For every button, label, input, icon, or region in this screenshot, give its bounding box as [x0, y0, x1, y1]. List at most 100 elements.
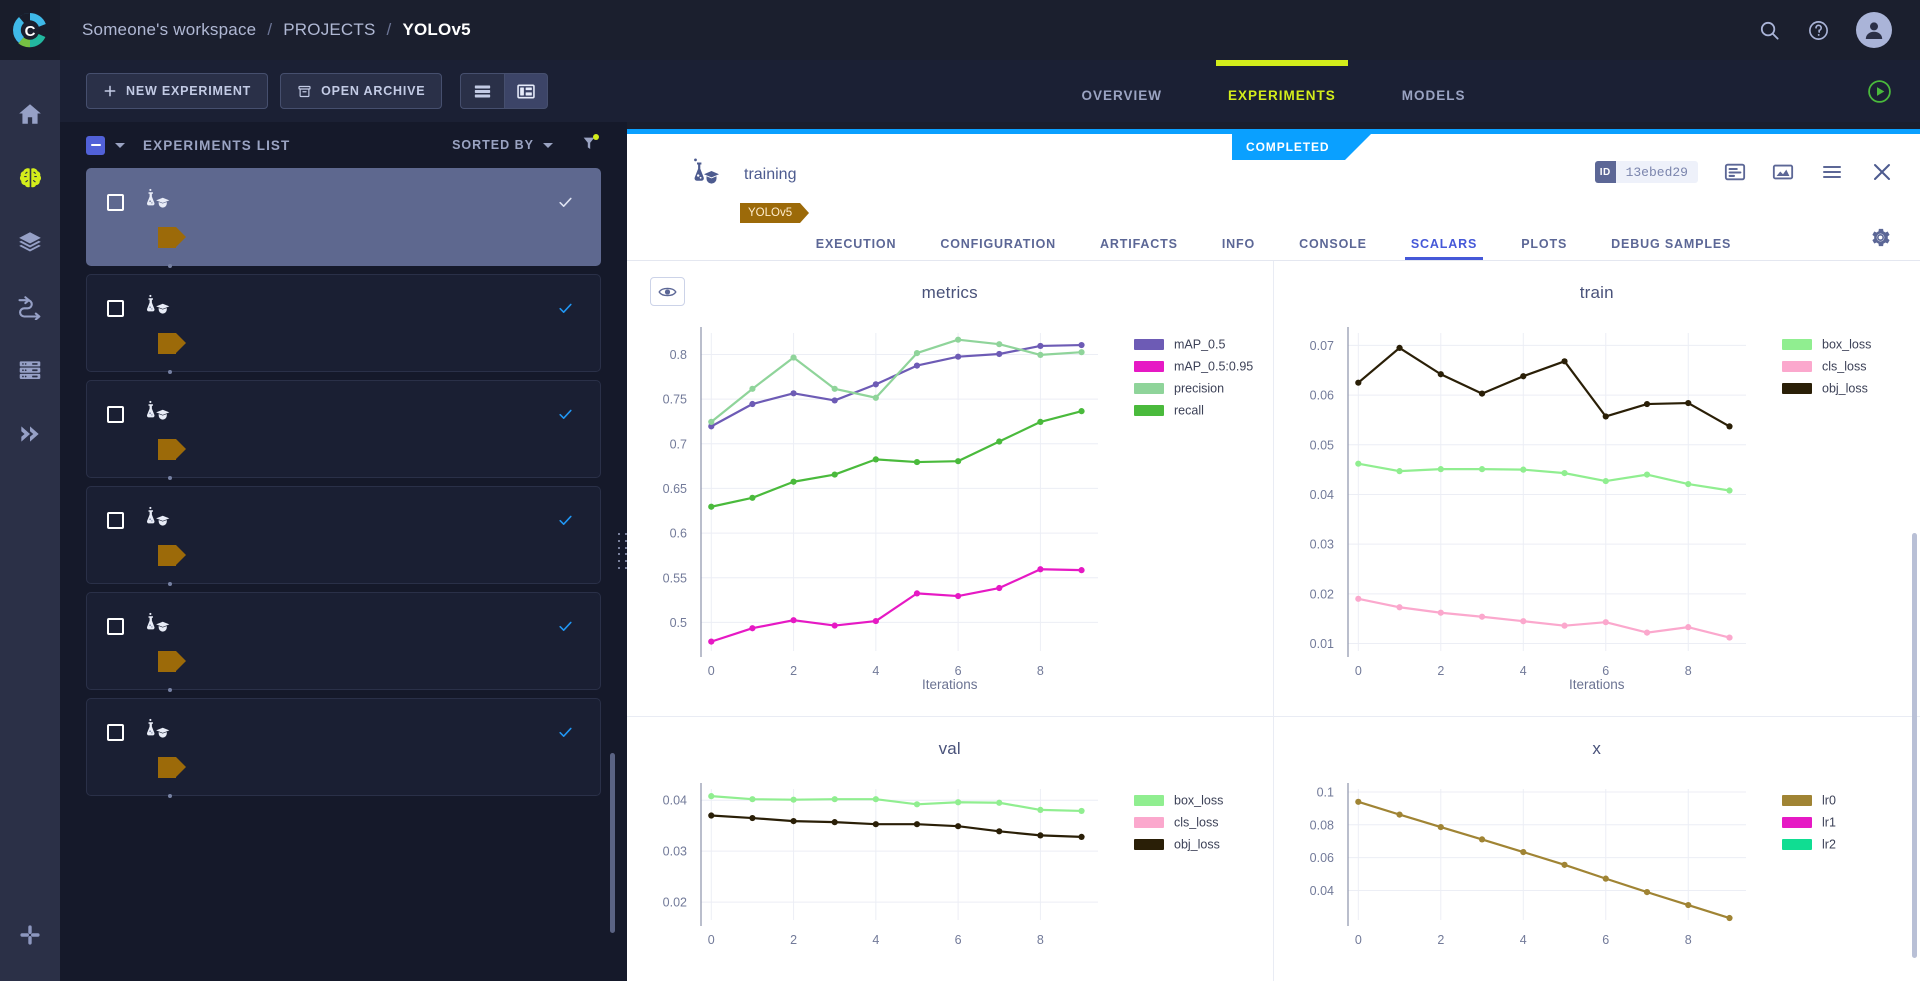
svg-text:0.05: 0.05	[1309, 438, 1333, 452]
experiment-checkbox[interactable]	[107, 618, 124, 635]
chart-plot-area[interactable]: 024680.010.020.030.040.050.060.07box_los…	[1274, 309, 1920, 716]
experiment-tag[interactable]	[158, 651, 176, 672]
sidebar-item-datasets[interactable]	[0, 210, 60, 274]
sidebar-item-pipelines[interactable]	[0, 274, 60, 338]
sidebar-item-projects[interactable]	[0, 146, 60, 210]
experiment-type-icon	[142, 717, 172, 743]
experiment-status	[559, 409, 578, 420]
experiment-tag[interactable]: YOLOv5	[740, 203, 800, 223]
breadcrumb-projects[interactable]: PROJECTS	[283, 20, 375, 40]
panel-resize-handle[interactable]	[618, 533, 627, 569]
meta-separator-dot	[168, 688, 172, 692]
experiment-status	[559, 727, 578, 738]
svg-text:6: 6	[1602, 933, 1609, 947]
tab-models[interactable]: MODELS	[1402, 60, 1466, 103]
help-icon[interactable]	[1807, 19, 1830, 42]
table-view-button[interactable]	[460, 73, 504, 109]
experiment-meta	[158, 582, 578, 586]
tab-console[interactable]: CONSOLE	[1277, 237, 1389, 260]
detail-header: training YOLOv5 ID 13ebed29	[627, 134, 1920, 222]
search-icon[interactable]	[1758, 19, 1781, 42]
experiment-list-item[interactable]	[86, 486, 601, 584]
experiments-scroll-area[interactable]	[60, 168, 627, 981]
server-icon	[17, 357, 43, 383]
tab-overview[interactable]: OVERVIEW	[1081, 60, 1162, 103]
menu-icon[interactable]	[1820, 160, 1844, 184]
user-icon	[1862, 18, 1886, 42]
sidebar-item-workers[interactable]	[0, 338, 60, 402]
breadcrumb-current-project[interactable]: YOLOv5	[402, 20, 470, 40]
run-pipeline-button[interactable]	[1867, 79, 1892, 109]
experiment-meta	[158, 370, 578, 374]
experiment-tag[interactable]	[158, 227, 176, 248]
experiment-checkbox[interactable]	[107, 512, 124, 529]
experiment-checkbox[interactable]	[107, 194, 124, 211]
clearml-experiments-page: C Someone's workspace / PROJECTS / YOLOv…	[0, 0, 1920, 981]
avatar[interactable]	[1856, 12, 1892, 48]
open-archive-button[interactable]: OPEN ARCHIVE	[280, 73, 442, 109]
toggle-visibility-icon[interactable]	[650, 277, 685, 306]
experiment-id-badge[interactable]: ID 13ebed29	[1595, 161, 1698, 183]
sidebar-item-slack[interactable]	[0, 903, 60, 967]
experiments-scrollbar[interactable]	[610, 753, 615, 933]
svg-text:4: 4	[1519, 664, 1526, 678]
experiment-tag[interactable]	[158, 439, 176, 460]
tab-configuration[interactable]: CONFIGURATION	[918, 237, 1078, 260]
check-icon	[559, 727, 572, 738]
breadcrumb-workspace[interactable]: Someone's workspace	[82, 20, 256, 40]
experiment-status	[559, 303, 578, 314]
experiment-tag[interactable]	[158, 757, 176, 778]
svg-text:lr2: lr2	[1822, 838, 1836, 852]
experiment-tag[interactable]	[158, 333, 176, 354]
check-icon	[559, 303, 572, 314]
chart-panel[interactable]: metrics024680.50.550.60.650.70.750.8mAP_…	[627, 261, 1274, 717]
experiment-checkbox[interactable]	[107, 406, 124, 423]
select-all-checkbox[interactable]	[86, 136, 105, 155]
experiment-list-item[interactable]	[86, 698, 601, 796]
tab-execution[interactable]: EXECUTION	[794, 237, 919, 260]
tab-experiments[interactable]: EXPERIMENTS	[1228, 60, 1336, 103]
chart-plot-area[interactable]: 024680.50.550.60.650.70.750.8mAP_0.5mAP_…	[627, 309, 1273, 716]
settings-gear-icon[interactable]	[1869, 226, 1892, 254]
breadcrumb: Someone's workspace / PROJECTS / YOLOv5	[82, 20, 471, 40]
tab-debug-samples[interactable]: DEBUG SAMPLES	[1589, 237, 1753, 260]
scalars-scrollbar[interactable]	[1912, 533, 1917, 958]
image-view-icon[interactable]	[1772, 161, 1794, 183]
new-experiment-button[interactable]: NEW EXPERIMENT	[86, 73, 268, 109]
experiment-list-item[interactable]	[86, 380, 601, 478]
experiment-checkbox[interactable]	[107, 724, 124, 741]
tab-artifacts[interactable]: ARTIFACTS	[1078, 237, 1200, 260]
log-view-icon[interactable]	[1724, 161, 1746, 183]
experiment-type-icon	[142, 399, 172, 425]
tab-info[interactable]: INFO	[1200, 237, 1277, 260]
check-icon	[559, 515, 572, 526]
app-logo[interactable]: C	[0, 0, 60, 60]
chart-plot-area[interactable]: 024680.020.030.04box_losscls_lossobj_los…	[627, 765, 1273, 981]
brain-icon	[17, 165, 44, 192]
svg-text:0: 0	[1354, 933, 1361, 947]
close-icon[interactable]	[1870, 160, 1894, 184]
svg-text:2: 2	[1437, 664, 1444, 678]
experiment-list-item[interactable]	[86, 592, 601, 690]
chart-panel[interactable]: train024680.010.020.030.040.050.060.07bo…	[1274, 261, 1920, 717]
chart-panel[interactable]: val024680.020.030.04box_losscls_lossobj_…	[627, 717, 1274, 981]
sidebar-item-reports[interactable]	[0, 402, 60, 466]
svg-text:0.04: 0.04	[1309, 488, 1333, 502]
sidebar-item-home[interactable]	[0, 82, 60, 146]
experiment-list-item[interactable]	[86, 168, 601, 266]
svg-text:0.08: 0.08	[1309, 818, 1333, 832]
chart-panel[interactable]: x024680.040.060.080.1lr0lr1lr2	[1274, 717, 1920, 981]
tab-plots[interactable]: PLOTS	[1499, 237, 1589, 260]
filter-button[interactable]	[581, 135, 597, 156]
chart-x-axis-label: Iterations	[627, 677, 1273, 692]
slack-icon	[18, 923, 42, 947]
experiment-tag[interactable]	[158, 545, 176, 566]
select-all-dropdown-icon[interactable]	[115, 143, 125, 148]
chart-plot-area[interactable]: 024680.040.060.080.1lr0lr1lr2	[1274, 765, 1920, 981]
experiment-list-item[interactable]	[86, 274, 601, 372]
experiments-list-column: NEW EXPERIMENT OPEN ARCHIVE	[60, 60, 627, 981]
experiment-checkbox[interactable]	[107, 300, 124, 317]
split-view-button[interactable]	[504, 73, 548, 109]
tab-scalars[interactable]: SCALARS	[1389, 237, 1499, 260]
sorted-by-button[interactable]: SORTED BY	[452, 138, 553, 152]
